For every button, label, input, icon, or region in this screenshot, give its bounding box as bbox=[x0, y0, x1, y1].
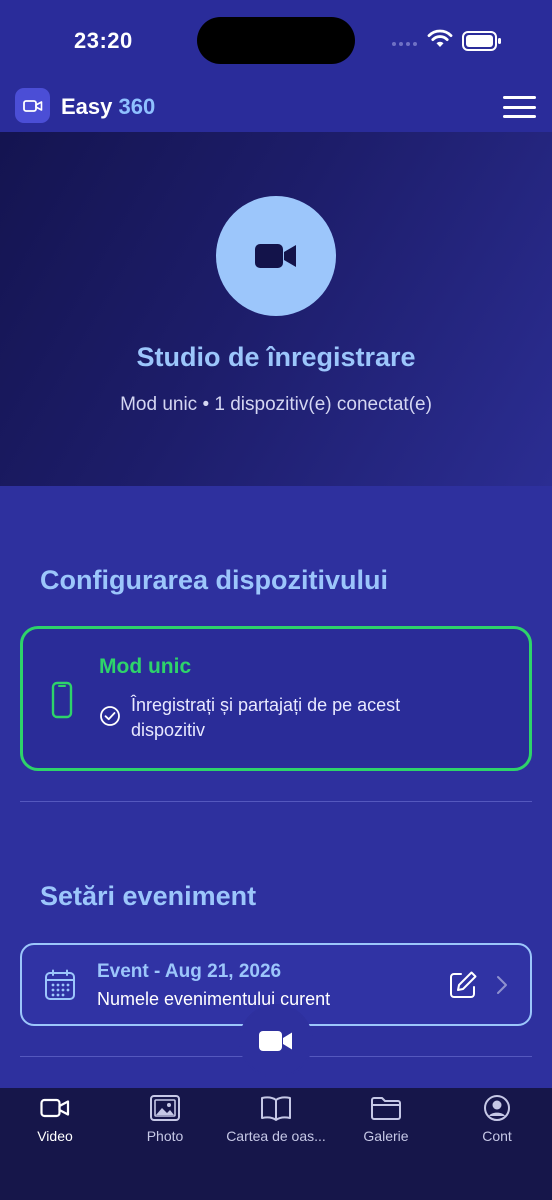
video-camera-icon bbox=[22, 99, 42, 112]
calendar-icon bbox=[45, 969, 75, 1000]
hero-camera-badge bbox=[216, 196, 336, 316]
account-icon bbox=[484, 1095, 510, 1121]
tab-label: Video bbox=[37, 1128, 73, 1144]
recording-studio-hero: Studio de înregistrare Mod unic • 1 disp… bbox=[0, 132, 552, 486]
status-time: 23:20 bbox=[74, 28, 133, 53]
record-video-button[interactable] bbox=[241, 1006, 311, 1076]
status-bar: 23:20 bbox=[0, 0, 552, 82]
folder-icon bbox=[371, 1097, 401, 1120]
check-circle-icon bbox=[100, 706, 120, 726]
photo-icon bbox=[150, 1095, 180, 1121]
tab-label: Photo bbox=[146, 1128, 184, 1144]
tab-label: Galerie bbox=[363, 1128, 409, 1144]
video-camera-icon bbox=[259, 1031, 292, 1051]
tab-guestbook[interactable]: Cartea de oas... bbox=[221, 1088, 331, 1158]
tab-photo[interactable]: Photo bbox=[110, 1088, 220, 1158]
mode-description: Înregistrați și partajați de pe acest di… bbox=[131, 695, 401, 740]
page-subtitle: Mod unic • 1 dispozitiv(e) conectat(e) bbox=[120, 394, 432, 415]
app-header: Easy 360 bbox=[0, 82, 552, 132]
book-icon bbox=[261, 1096, 291, 1121]
tab-label: Cont bbox=[482, 1128, 512, 1144]
edit-icon[interactable] bbox=[448, 970, 478, 1000]
tab-gallery[interactable]: Galerie bbox=[331, 1088, 441, 1158]
mode-title: Mod unic bbox=[99, 655, 192, 678]
app-title-accent: 360 bbox=[118, 94, 156, 119]
section-divider bbox=[20, 801, 532, 802]
app-title-main: Easy bbox=[61, 94, 119, 119]
app-title: Easy 360 bbox=[61, 94, 155, 120]
device-setup-title: Configurarea dispozitivului bbox=[40, 565, 389, 595]
dynamic-island bbox=[197, 17, 355, 64]
app-logo bbox=[15, 88, 50, 123]
battery-icon bbox=[462, 31, 501, 51]
hamburger-menu-button[interactable] bbox=[503, 96, 536, 118]
video-camera-icon bbox=[255, 244, 296, 268]
bottom-tab-bar: Video Photo Cartea de oas... Galerie Con… bbox=[0, 1088, 552, 1200]
video-icon bbox=[40, 1098, 70, 1118]
single-mode-card[interactable]: Mod unic Înregistrați și partajați de pe… bbox=[20, 626, 532, 771]
page-title: Studio de înregistrare bbox=[136, 342, 416, 372]
event-title: Event - Aug 21, 2026 bbox=[97, 961, 282, 982]
chevron-right-icon bbox=[497, 976, 507, 994]
tab-label: Cartea de oas... bbox=[226, 1128, 326, 1144]
event-settings-title: Setări eveniment bbox=[40, 881, 257, 911]
phone-icon bbox=[51, 681, 73, 719]
tab-video[interactable]: Video bbox=[0, 1088, 110, 1158]
wifi-icon bbox=[427, 29, 453, 47]
event-subtitle: Numele evenimentului curent bbox=[97, 989, 331, 1009]
tab-account[interactable]: Cont bbox=[442, 1088, 552, 1158]
cellular-signal-icon bbox=[392, 42, 417, 46]
